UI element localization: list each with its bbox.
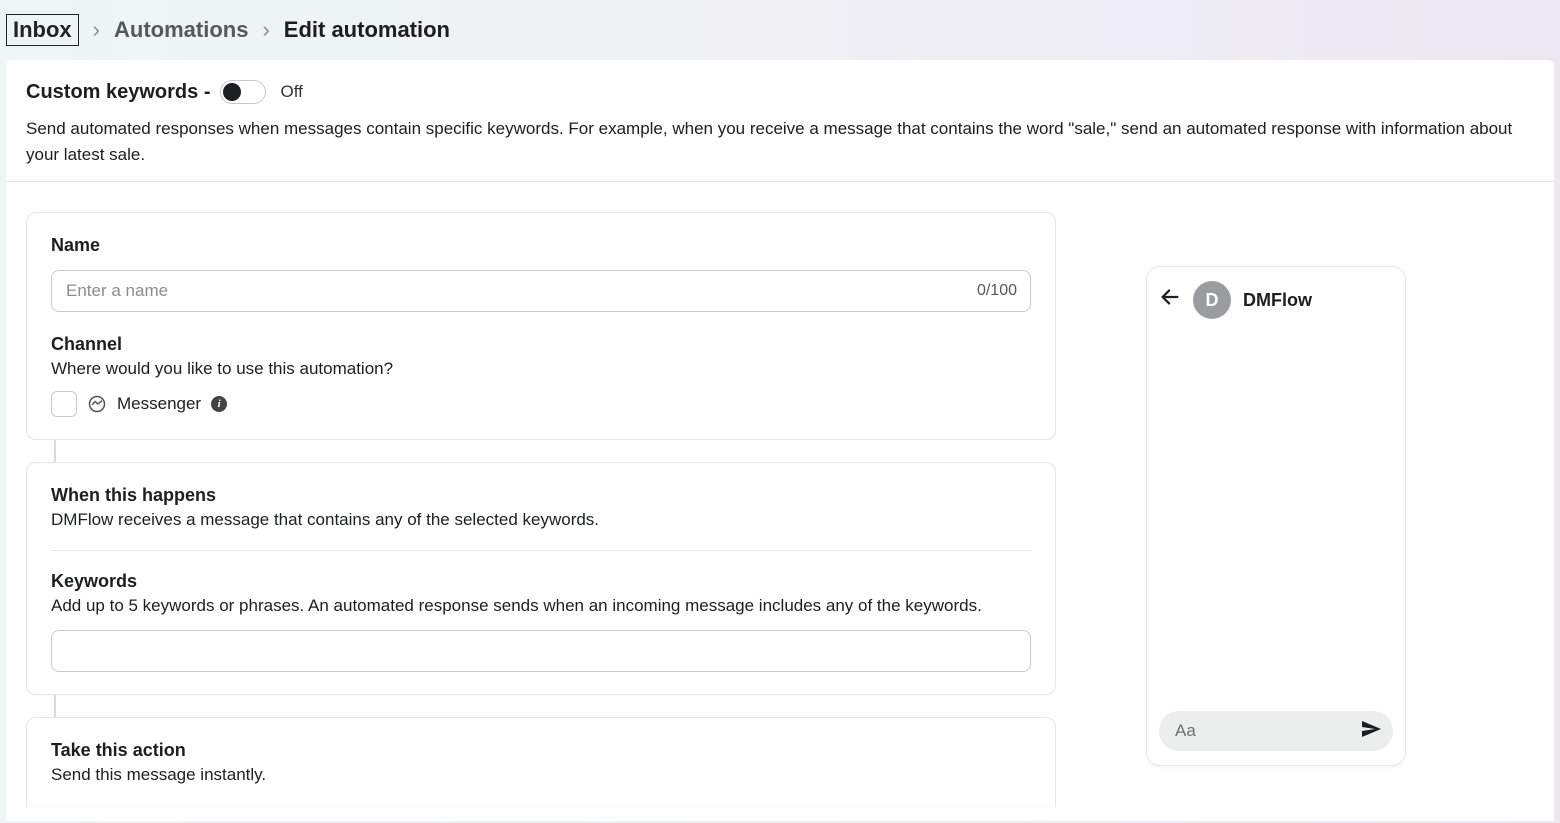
connector-line bbox=[54, 440, 56, 462]
channel-description: Where would you like to use this automat… bbox=[51, 359, 1031, 379]
chat-input[interactable]: Aa bbox=[1159, 711, 1393, 751]
chat-title: DMFlow bbox=[1243, 290, 1312, 311]
page-title: Custom keywords - bbox=[26, 81, 210, 104]
action-label: Take this action bbox=[51, 740, 1031, 761]
status-toggle[interactable] bbox=[220, 80, 266, 104]
action-card: Take this action Send this message insta… bbox=[26, 717, 1056, 807]
send-icon[interactable] bbox=[1359, 717, 1383, 746]
page-description: Send automated responses when messages c… bbox=[26, 116, 1534, 181]
info-icon[interactable]: i bbox=[211, 396, 227, 412]
when-label: When this happens bbox=[51, 485, 1031, 506]
preview-column: D DMFlow Aa bbox=[1146, 212, 1411, 807]
channel-label: Channel bbox=[51, 334, 1031, 355]
action-description: Send this message instantly. bbox=[51, 765, 1031, 785]
main-panel: Custom keywords - Off Send automated res… bbox=[6, 60, 1554, 821]
breadcrumb-inbox[interactable]: Inbox bbox=[6, 14, 79, 46]
chat-input-placeholder: Aa bbox=[1175, 721, 1196, 741]
chat-body bbox=[1147, 333, 1405, 701]
toggle-knob bbox=[223, 83, 241, 101]
channel-option-label: Messenger bbox=[117, 394, 201, 414]
messenger-icon bbox=[87, 394, 107, 414]
form-column: Name 0/100 Channel Where would you like … bbox=[26, 212, 1056, 807]
toggle-state-label: Off bbox=[280, 82, 302, 102]
name-input[interactable] bbox=[51, 270, 1031, 312]
keywords-label: Keywords bbox=[51, 571, 1031, 592]
name-char-counter: 0/100 bbox=[977, 282, 1017, 300]
divider bbox=[51, 550, 1031, 551]
messenger-checkbox[interactable] bbox=[51, 391, 77, 417]
chat-preview: D DMFlow Aa bbox=[1146, 266, 1406, 766]
back-arrow-icon[interactable] bbox=[1159, 286, 1181, 314]
keywords-description: Add up to 5 keywords or phrases. An auto… bbox=[51, 596, 1031, 616]
trigger-card: When this happens DMFlow receives a mess… bbox=[26, 462, 1056, 695]
breadcrumb-automations[interactable]: Automations bbox=[114, 17, 248, 43]
name-channel-card: Name 0/100 Channel Where would you like … bbox=[26, 212, 1056, 440]
chevron-right-icon: › bbox=[93, 17, 100, 43]
keywords-input[interactable] bbox=[51, 630, 1031, 672]
breadcrumb: Inbox › Automations › Edit automation bbox=[0, 0, 1560, 60]
breadcrumb-current: Edit automation bbox=[284, 17, 450, 43]
when-description: DMFlow receives a message that contains … bbox=[51, 510, 1031, 530]
connector-line bbox=[54, 695, 56, 717]
chevron-right-icon: › bbox=[262, 17, 269, 43]
name-label: Name bbox=[51, 235, 1031, 256]
avatar: D bbox=[1193, 281, 1231, 319]
